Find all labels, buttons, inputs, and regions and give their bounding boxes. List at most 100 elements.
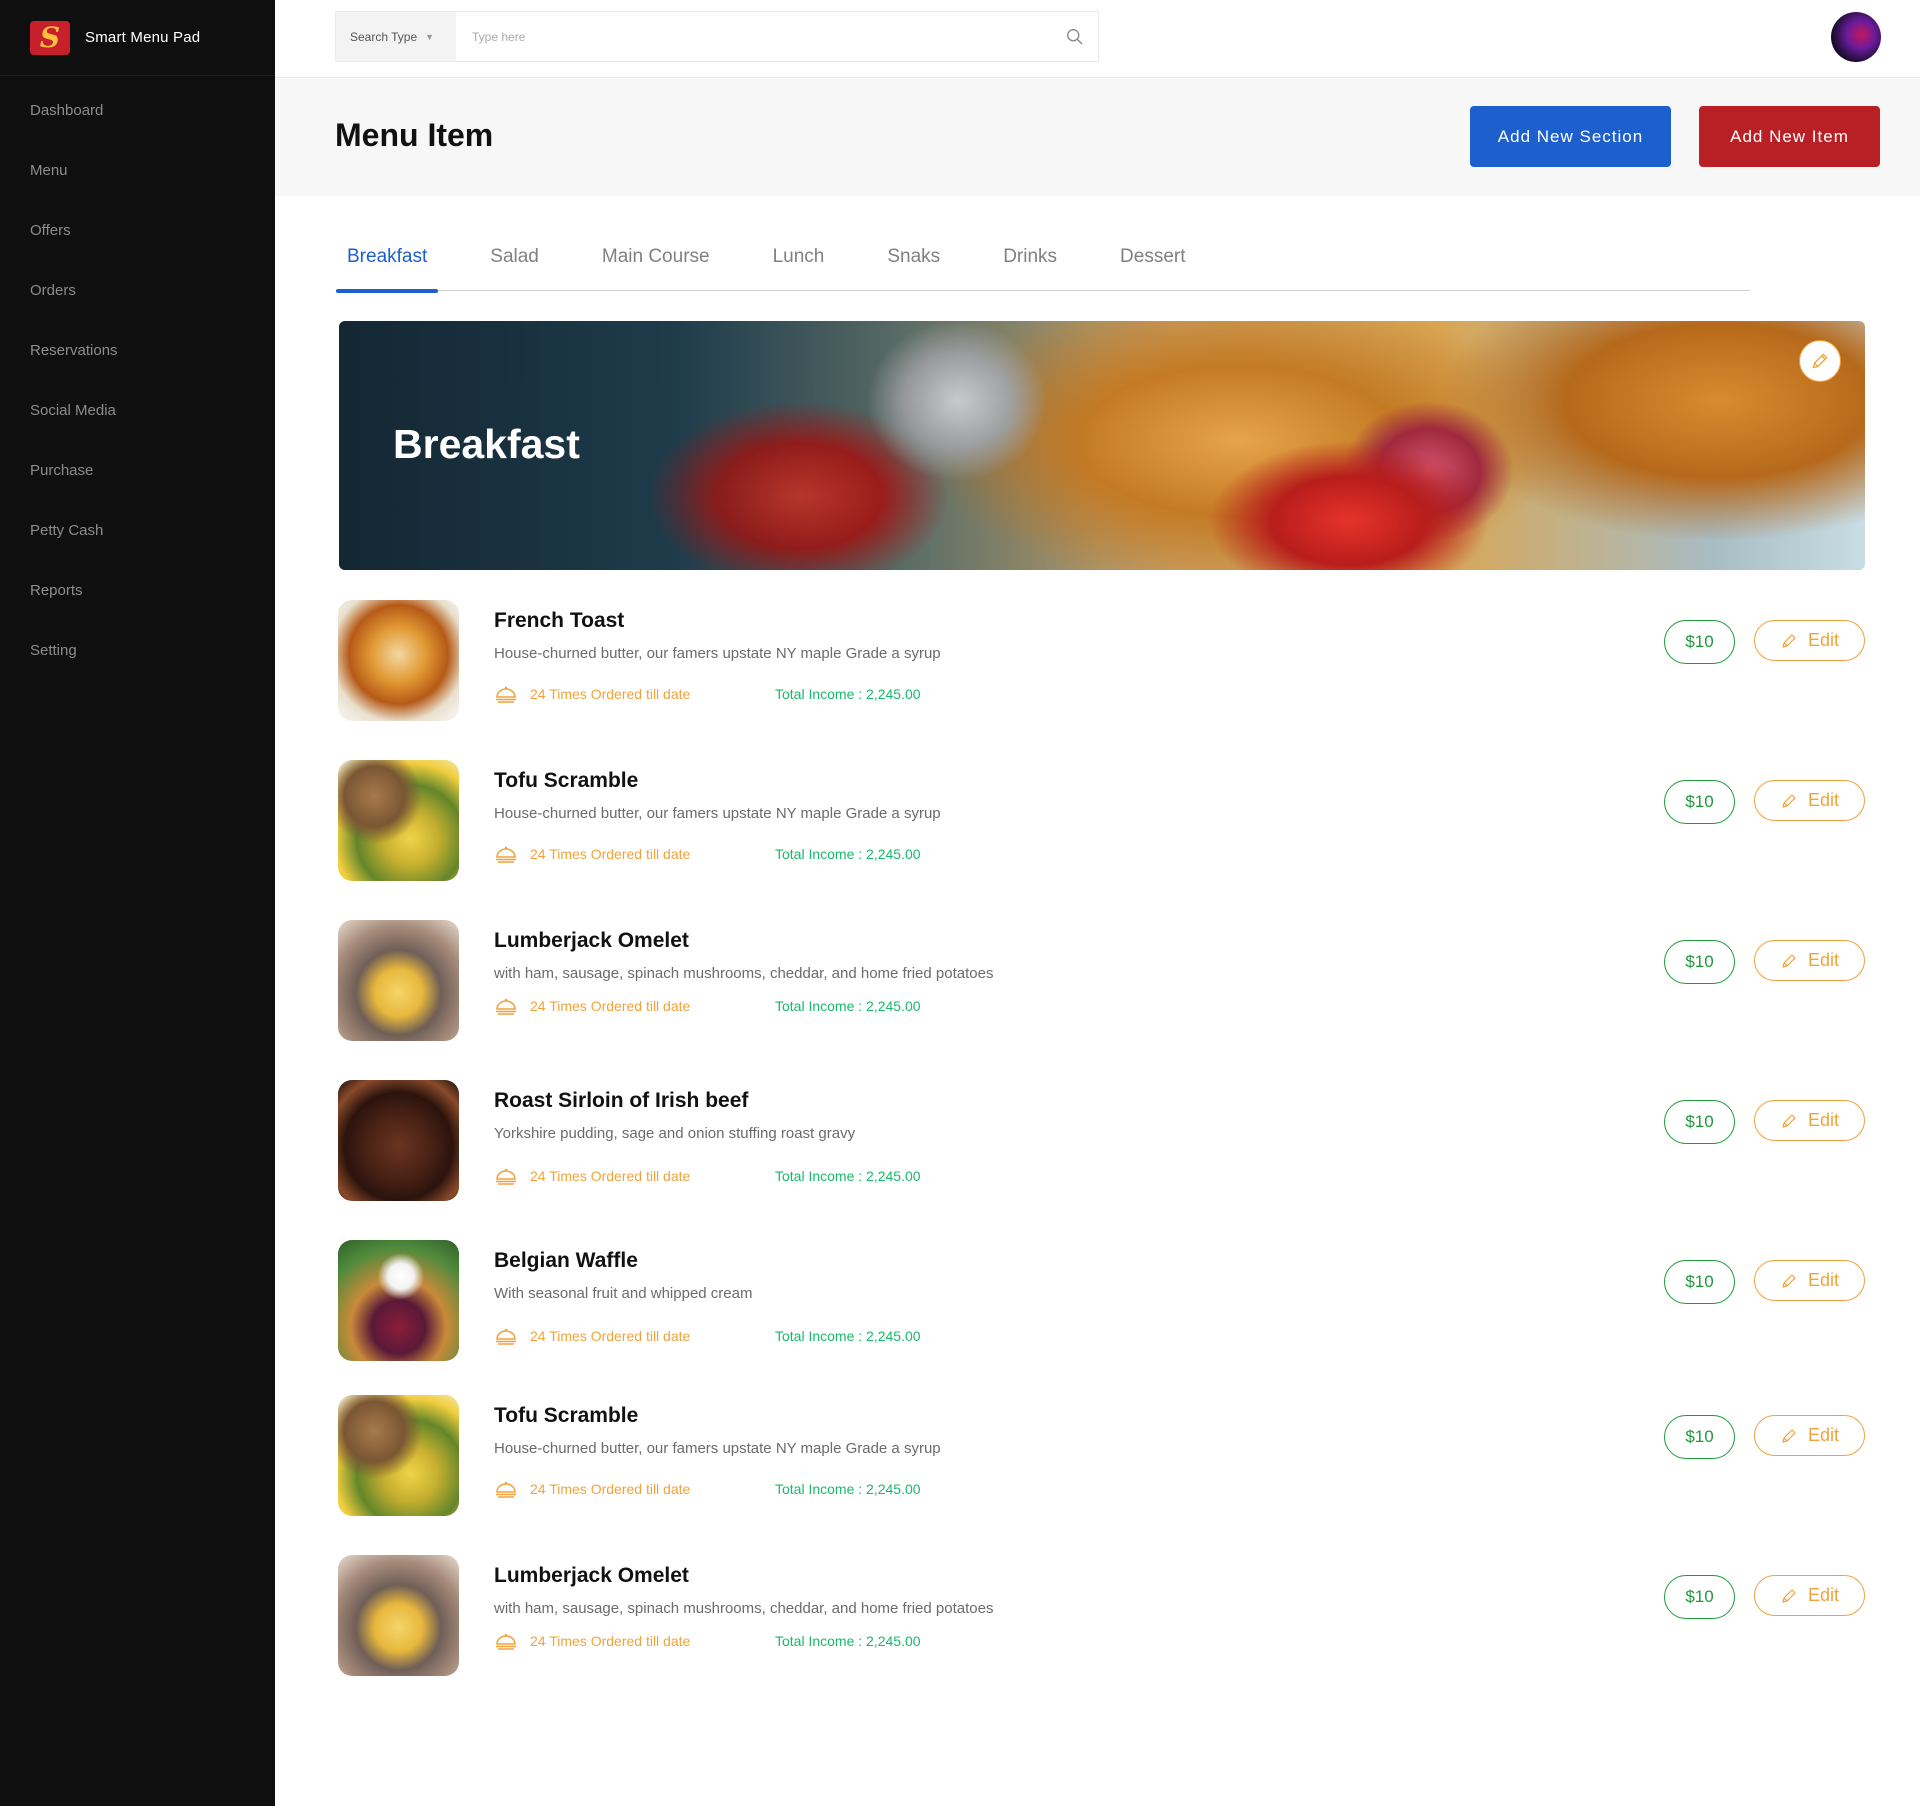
total-income: Total Income : 2,245.00	[775, 686, 921, 702]
add-new-item-button[interactable]: Add New Item	[1699, 106, 1880, 167]
edit-label: Edit	[1807, 630, 1840, 650]
edit-item-button[interactable]: Edit	[1754, 1575, 1865, 1616]
item-description: with ham, sausage, spinach mushrooms, ch…	[494, 965, 994, 982]
page-title: Menu Item	[335, 117, 494, 153]
edit-item-button[interactable]: Edit	[1754, 620, 1865, 661]
tab-breakfast[interactable]: Breakfast	[336, 228, 439, 293]
item-image	[338, 920, 459, 1041]
times-ordered: 24 Times Ordered till date	[530, 1633, 691, 1649]
times-ordered: 24 Times Ordered till date	[530, 686, 691, 702]
food-tray-icon	[496, 686, 516, 703]
sidebar-item-reports[interactable]: Reports	[0, 560, 275, 620]
edit-item-button[interactable]: Edit	[1754, 1100, 1865, 1141]
pencil-icon	[1782, 1273, 1796, 1288]
item-name: Tofu Scramble	[494, 769, 639, 792]
item-description: with ham, sausage, spinach mushrooms, ch…	[494, 1600, 994, 1617]
price-badge[interactable]: $10	[1664, 1415, 1735, 1459]
pencil-icon	[1782, 1428, 1796, 1443]
price-badge[interactable]: $10	[1664, 940, 1735, 984]
food-tray-icon	[496, 1481, 516, 1498]
avatar[interactable]	[1831, 12, 1881, 62]
price-badge[interactable]: $10	[1664, 1260, 1735, 1304]
menu-item: Tofu Scramble House-churned butter, our …	[338, 760, 1865, 882]
total-income: Total Income : 2,245.00	[775, 1328, 921, 1344]
item-name: Lumberjack Omelet	[494, 929, 689, 952]
search-input[interactable]	[456, 12, 1050, 61]
pencil-icon	[1782, 1588, 1796, 1603]
item-image	[338, 1080, 459, 1201]
item-stats: 24 Times Ordered till date Total Income …	[494, 682, 921, 706]
pencil-icon	[1782, 633, 1796, 648]
edit-section-button[interactable]	[1799, 340, 1841, 382]
sidebar-item-social-media[interactable]: Social Media	[0, 380, 275, 440]
page-header: Menu Item Add New Section Add New Item	[275, 79, 1920, 196]
pencil-icon	[1812, 353, 1828, 369]
search-button[interactable]	[1050, 12, 1098, 61]
edit-label: Edit	[1807, 1425, 1840, 1445]
item-description: With seasonal fruit and whipped cream	[494, 1285, 753, 1302]
item-image	[338, 1240, 459, 1361]
times-ordered: 24 Times Ordered till date	[530, 1481, 691, 1497]
edit-label: Edit	[1807, 1110, 1840, 1130]
times-ordered: 24 Times Ordered till date	[530, 846, 691, 862]
menu-item: French Toast House-churned butter, our f…	[338, 600, 1865, 722]
sidebar-item-purchase[interactable]: Purchase	[0, 440, 275, 500]
menu-item: Tofu Scramble House-churned butter, our …	[338, 1395, 1865, 1517]
edit-item-button[interactable]: Edit	[1754, 780, 1865, 821]
total-income: Total Income : 2,245.00	[775, 1633, 921, 1649]
tab-main-course[interactable]: Main Course	[591, 228, 721, 291]
search-bar: Search Type ▼	[335, 11, 1099, 62]
times-ordered: 24 Times Ordered till date	[530, 1328, 691, 1344]
item-description: Yorkshire pudding, sage and onion stuffi…	[494, 1125, 856, 1142]
sidebar-item-orders[interactable]: Orders	[0, 260, 275, 320]
item-name: Belgian Waffle	[494, 1249, 638, 1272]
item-image	[338, 1395, 459, 1516]
food-tray-icon	[496, 1328, 516, 1345]
add-new-section-button[interactable]: Add New Section	[1470, 106, 1671, 167]
sidebar-item-offers[interactable]: Offers	[0, 200, 275, 260]
search-type-label: Search Type	[350, 29, 418, 44]
price-badge[interactable]: $10	[1664, 620, 1735, 664]
menu-item: Lumberjack Omelet with ham, sausage, spi…	[338, 920, 1865, 1042]
brand[interactable]: S Smart Menu Pad	[0, 0, 275, 76]
tab-drinks[interactable]: Drinks	[992, 228, 1068, 291]
total-income: Total Income : 2,245.00	[775, 1481, 921, 1497]
edit-item-button[interactable]: Edit	[1754, 940, 1865, 981]
sidebar-item-petty-cash[interactable]: Petty Cash	[0, 500, 275, 560]
price-badge[interactable]: $10	[1664, 1100, 1735, 1144]
sidebar-item-dashboard[interactable]: Dashboard	[0, 80, 275, 140]
sidebar-item-setting[interactable]: Setting	[0, 620, 275, 680]
tab-salad[interactable]: Salad	[479, 228, 550, 291]
item-stats: 24 Times Ordered till date Total Income …	[494, 1324, 921, 1348]
price-badge[interactable]: $10	[1664, 1575, 1735, 1619]
app-name: Smart Menu Pad	[85, 29, 201, 46]
food-tray-icon	[496, 846, 516, 863]
food-tray-icon	[496, 998, 516, 1015]
edit-item-button[interactable]: Edit	[1754, 1260, 1865, 1301]
edit-label: Edit	[1807, 1585, 1840, 1605]
item-stats: 24 Times Ordered till date Total Income …	[494, 1164, 921, 1188]
tab-dessert[interactable]: Dessert	[1109, 228, 1196, 291]
item-description: House-churned butter, our famers upstate…	[494, 805, 941, 822]
banner-title: Breakfast	[393, 421, 580, 467]
times-ordered: 24 Times Ordered till date	[530, 1168, 691, 1184]
item-stats: 24 Times Ordered till date Total Income …	[494, 994, 921, 1018]
total-income: Total Income : 2,245.00	[775, 846, 921, 862]
top-bar: Search Type ▼	[275, 0, 1920, 78]
tab-snaks[interactable]: Snaks	[876, 228, 951, 291]
item-stats: 24 Times Ordered till date Total Income …	[494, 1629, 921, 1653]
menu-item: Belgian Waffle With seasonal fruit and w…	[338, 1240, 1865, 1362]
tab-lunch[interactable]: Lunch	[762, 228, 836, 291]
price-badge[interactable]: $10	[1664, 780, 1735, 824]
edit-item-button[interactable]: Edit	[1754, 1415, 1865, 1456]
edit-label: Edit	[1807, 790, 1840, 810]
caret-down-icon: ▼	[425, 31, 435, 42]
food-tray-icon	[496, 1633, 516, 1650]
section-banner: Breakfast	[339, 321, 1865, 570]
search-type-dropdown[interactable]: Search Type ▼	[336, 12, 456, 61]
sidebar-item-menu[interactable]: Menu	[0, 140, 275, 200]
item-name: Tofu Scramble	[494, 1404, 639, 1427]
sidebar-item-reservations[interactable]: Reservations	[0, 320, 275, 380]
pencil-icon	[1782, 793, 1796, 808]
category-tabs: Breakfast Salad Main Course Lunch Snaks …	[336, 228, 1750, 293]
